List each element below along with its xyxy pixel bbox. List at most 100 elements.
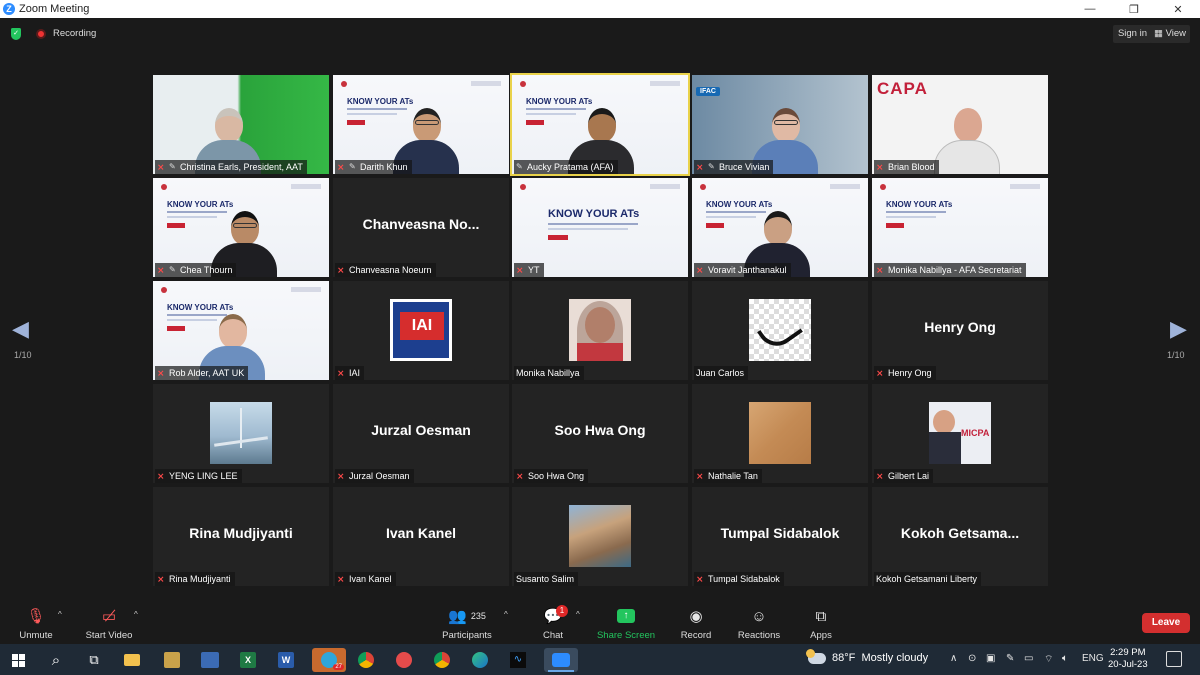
participants-button[interactable]: 👥 235 Participants xyxy=(440,605,494,641)
language-indicator[interactable]: ENG xyxy=(1082,653,1104,664)
mic-muted-icon: ⨯ xyxy=(516,471,524,481)
tray-app-icon[interactable]: ⊙ xyxy=(968,653,976,664)
recording-label[interactable]: Recording xyxy=(53,28,96,39)
chrome-profile-icon[interactable] xyxy=(430,648,454,672)
participant-tile[interactable]: KNOW YOUR ATs ⨯ Rob Alder, AAT UK xyxy=(153,281,329,380)
edge-icon[interactable] xyxy=(468,648,492,672)
telegram-icon[interactable]: 27 xyxy=(312,648,346,672)
video-options-caret-icon[interactable]: ^ xyxy=(134,610,138,619)
pin-icon: ✎ xyxy=(349,162,356,171)
zoom-taskbar-icon[interactable] xyxy=(544,648,578,672)
close-button[interactable]: ✕ xyxy=(1156,0,1200,18)
mic-muted-icon: ⨯ xyxy=(157,471,165,481)
participant-name-label: Monika Nabillya xyxy=(514,366,584,380)
participant-tile[interactable]: Rina Mudjiyanti ⨯ Rina Mudjiyanti xyxy=(153,487,329,586)
task-view-icon[interactable]: ⧉ xyxy=(82,648,106,672)
minimize-button[interactable]: — xyxy=(1068,0,1112,18)
audio-options-caret-icon[interactable]: ^ xyxy=(58,610,62,619)
participant-name-label: ⨯ Gilbert Lai xyxy=(874,469,934,483)
participant-name-label: ⨯ Rina Mudjiyanti xyxy=(155,572,235,586)
waveform-app-icon[interactable]: ∿ xyxy=(506,648,530,672)
participant-name-label: ⨯ Monika Nabillya - AFA Secretariat xyxy=(874,263,1026,277)
avatar: MICPA xyxy=(929,402,991,464)
tray-screenshot-icon[interactable]: ▣ xyxy=(986,653,995,664)
reactions-button[interactable]: ☺ Reactions xyxy=(736,605,782,642)
participant-tile[interactable]: Tumpal Sidabalok ⨯ Tumpal Sidabalok xyxy=(692,487,868,586)
participant-name-label: ⨯ YENG LING LEE xyxy=(155,469,242,483)
participant-tile[interactable]: ⨯ ✎ Christina Earls, President, AAT xyxy=(153,75,329,174)
participant-tile[interactable]: IAI ⨯ IAI xyxy=(333,281,509,380)
participant-tile[interactable]: Susanto Salim xyxy=(512,487,688,586)
avatar xyxy=(749,299,811,361)
ifac-logo: IFAC xyxy=(696,87,720,96)
participant-tile[interactable]: Juan Carlos xyxy=(692,281,868,380)
system-clock[interactable]: 2:29 PM 20-Jul-23 xyxy=(1108,647,1148,671)
participant-name-label: ⨯ IAI xyxy=(335,366,365,380)
notifications-icon[interactable] xyxy=(1166,651,1182,667)
participant-tile[interactable]: Jurzal Oesman ⨯ Jurzal Oesman xyxy=(333,384,509,483)
start-video-button[interactable]: ▭̸ Start Video xyxy=(82,605,136,641)
share-screen-button[interactable]: ↑ Share Screen xyxy=(596,605,656,641)
mic-muted-icon: ⨯ xyxy=(696,265,704,275)
participant-tile[interactable]: Henry Ong ⨯ Henry Ong xyxy=(872,281,1048,380)
tray-pen-icon[interactable]: ✎ xyxy=(1006,653,1014,664)
recorder-icon[interactable] xyxy=(392,648,416,672)
calendar-app-icon[interactable] xyxy=(198,648,222,672)
unmute-button[interactable]: 🎙︎ Unmute xyxy=(14,605,58,641)
view-label: View xyxy=(1165,28,1186,39)
participant-tile[interactable]: Monika Nabillya xyxy=(512,281,688,380)
participant-tile[interactable]: Soo Hwa Ong ⨯ Soo Hwa Ong xyxy=(512,384,688,483)
participant-tile[interactable]: IFAC ⨯ ✎ Bruce Vivian xyxy=(692,75,868,174)
show-hidden-icons-icon[interactable]: ∧ xyxy=(950,653,957,664)
pin-icon: ✎ xyxy=(169,162,176,171)
clock-date: 20-Jul-23 xyxy=(1108,659,1148,670)
mic-muted-icon: ⨯ xyxy=(696,162,704,172)
record-button[interactable]: ◉ Record xyxy=(676,605,716,641)
mic-muted-icon: ⨯ xyxy=(157,265,165,275)
word-icon[interactable]: W xyxy=(274,648,298,672)
participant-name-label: ⨯ Brian Blood xyxy=(874,160,939,174)
sign-in-button[interactable]: Sign in xyxy=(1112,25,1152,43)
next-page-arrow-icon[interactable]: ▶ xyxy=(1170,316,1187,342)
participant-display-name: Ivan Kanel xyxy=(385,525,457,541)
participant-tile[interactable]: ⨯ YENG LING LEE xyxy=(153,384,329,483)
participant-tile[interactable]: KNOW YOUR ATs ⨯ Voravit Janthanakul xyxy=(692,178,868,277)
participant-tile[interactable]: Ivan Kanel ⨯ Ivan Kanel xyxy=(333,487,509,586)
participant-name-label: ⨯ ✎ Chea Thourn xyxy=(155,263,237,277)
battery-icon[interactable]: ▭ xyxy=(1024,653,1033,664)
chat-options-caret-icon[interactable]: ^ xyxy=(576,610,580,619)
participant-name-label: ⨯ Nathalie Tan xyxy=(694,469,762,483)
app-icon[interactable] xyxy=(160,648,184,672)
participant-tile[interactable]: CAPA ⨯ Brian Blood xyxy=(872,75,1048,174)
chat-unread-badge: 1 xyxy=(556,605,568,617)
previous-page-arrow-icon[interactable]: ◀ xyxy=(12,316,29,342)
weather-condition: Mostly cloudy xyxy=(861,652,929,664)
participant-display-name: Chanveasna No... xyxy=(362,216,480,232)
excel-icon[interactable]: X xyxy=(236,648,260,672)
participant-tile[interactable]: Chanveasna No... ⨯ Chanveasna Noeurn xyxy=(333,178,509,277)
chrome-icon[interactable] xyxy=(354,648,378,672)
participant-tile[interactable]: KNOW YOUR ATs ⨯ Monika Nabillya - AFA Sec… xyxy=(872,178,1048,277)
maximize-button[interactable]: ❐ xyxy=(1112,0,1156,18)
weather-widget[interactable]: 88°F Mostly cloudy xyxy=(806,648,929,664)
view-button[interactable]: ▦ View xyxy=(1149,25,1190,43)
file-explorer-icon[interactable] xyxy=(120,648,144,672)
leave-button[interactable]: Leave xyxy=(1142,613,1190,633)
participants-options-caret-icon[interactable]: ^ xyxy=(504,610,508,619)
security-shield-icon[interactable]: ✓ xyxy=(11,28,21,40)
mic-muted-icon: ⨯ xyxy=(696,574,704,584)
participant-tile[interactable]: MICPA ⨯ Gilbert Lai xyxy=(872,384,1048,483)
windows-start-icon[interactable] xyxy=(6,648,30,672)
participant-tile[interactable]: KNOW YOUR ATs ⨯ ✎ Darith Khun xyxy=(333,75,509,174)
participant-tile[interactable]: ⨯ Nathalie Tan xyxy=(692,384,868,483)
avatar xyxy=(569,505,631,567)
participant-tile[interactable]: Kokoh Getsama... Kokoh Getsamani Liberty xyxy=(872,487,1048,586)
search-icon[interactable]: ⌕ xyxy=(44,648,68,672)
participant-tile[interactable]: KNOW YOUR ATs ⨯ ✎ Chea Thourn xyxy=(153,178,329,277)
apps-button[interactable]: ⧉ Apps xyxy=(806,605,836,642)
volume-icon[interactable]: 🔈︎ xyxy=(1062,653,1068,664)
mic-muted-icon: 🎙︎ xyxy=(26,608,46,625)
wifi-icon[interactable]: ⌔ xyxy=(1044,653,1053,666)
participant-tile-active-speaker[interactable]: KNOW YOUR ATs ✎ Aucky Pratama (AFA) xyxy=(510,73,690,176)
participant-tile[interactable]: KNOW YOUR ATs ⨯ YT xyxy=(512,178,688,277)
